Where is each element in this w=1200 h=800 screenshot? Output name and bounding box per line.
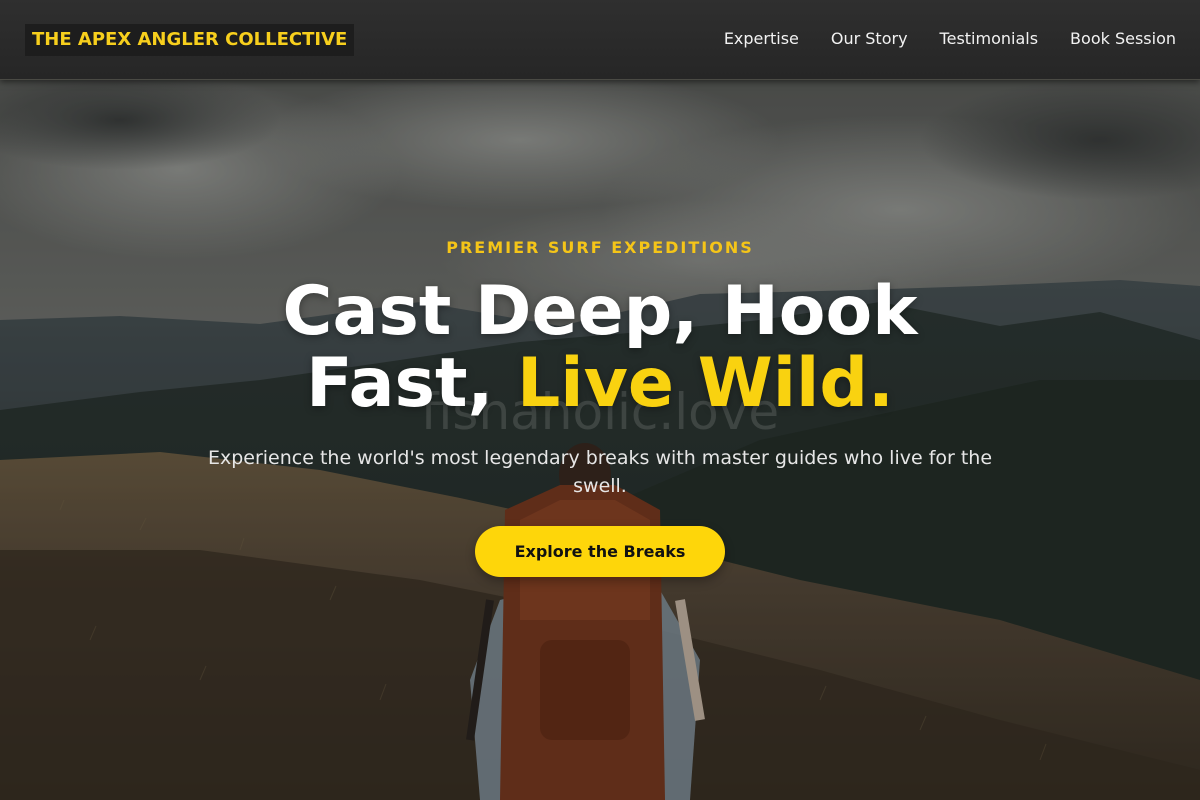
hero-content: fishaholic.love PREMIER SURF EXPEDITIONS… [0, 80, 1200, 800]
headline-accent: Live Wild. [516, 344, 894, 423]
nav-link-our-story[interactable]: Our Story [831, 28, 908, 50]
hero-eyebrow: PREMIER SURF EXPEDITIONS [446, 238, 754, 257]
hero-subtitle: Experience the world's most legendary br… [207, 447, 993, 497]
nav-link-book-session[interactable]: Book Session [1070, 28, 1176, 50]
site-header: THE APEX ANGLER COLLECTIVE Expertise Our… [0, 0, 1200, 80]
main-nav: Expertise Our Story Testimonials Book Se… [724, 28, 1176, 50]
site-logo[interactable]: THE APEX ANGLER COLLECTIVE [25, 24, 355, 56]
headline-line-2: Fast, [306, 344, 517, 423]
nav-link-expertise[interactable]: Expertise [724, 28, 799, 50]
headline-line-1: Cast Deep, Hook [282, 272, 918, 351]
explore-breaks-button[interactable]: Explore the Breaks [475, 526, 725, 577]
hero-headline: Cast Deep, Hook Fast, Live Wild. [0, 276, 1200, 420]
hero-section: fishaholic.love PREMIER SURF EXPEDITIONS… [0, 80, 1200, 800]
nav-link-testimonials[interactable]: Testimonials [940, 28, 1039, 50]
